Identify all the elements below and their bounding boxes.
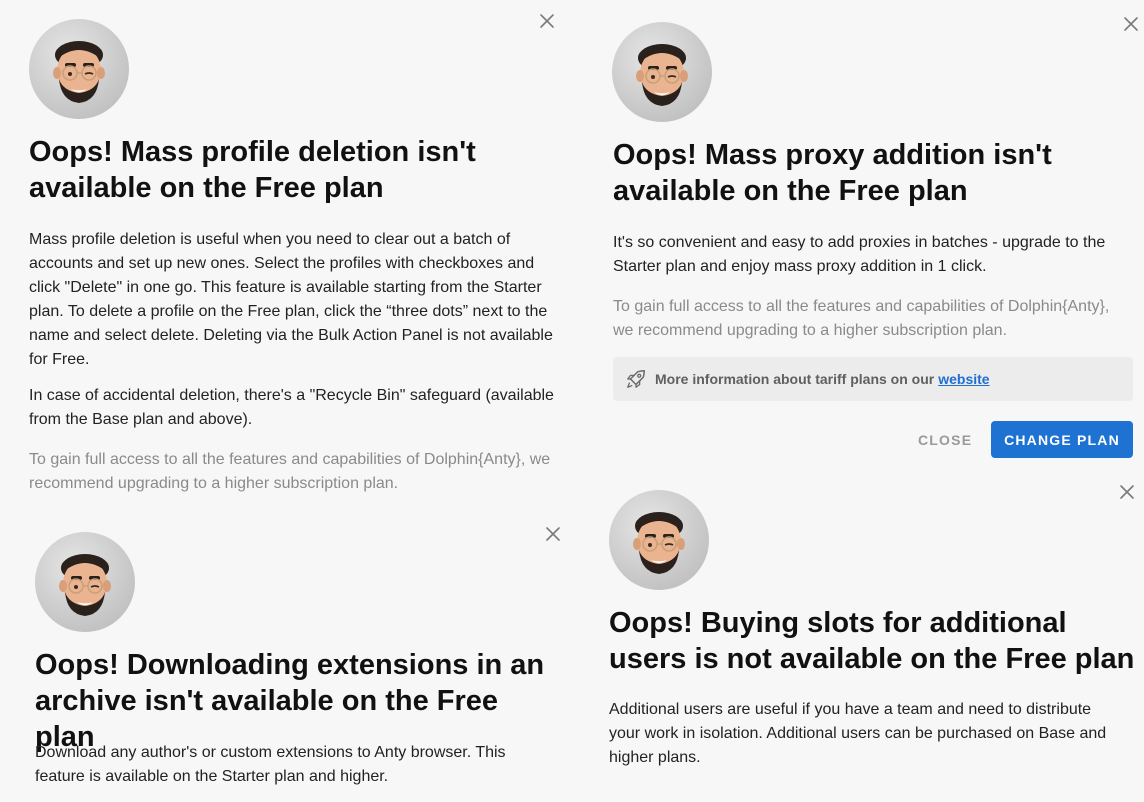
dialog-title: Oops! Mass profile deletion isn't availa… xyxy=(29,136,476,204)
info-text: More information about tariff plans on o… xyxy=(655,371,935,387)
close-icon[interactable] xyxy=(544,525,562,543)
upgrade-note: To gain full access to all the features … xyxy=(613,298,1110,339)
change-plan-button[interactable]: CHANGE PLAN xyxy=(991,421,1133,458)
dialog-title: Oops! Downloading extensions in an archi… xyxy=(35,649,545,753)
description-text: Download any author's or custom extensio… xyxy=(35,744,506,785)
tariff-info-box: More information about tariff plans on o… xyxy=(613,357,1133,401)
dialog-title: Oops! Mass proxy addition isn't availabl… xyxy=(613,139,1052,207)
avatar xyxy=(609,490,709,590)
dialog-title: Oops! Buying slots for additional users … xyxy=(609,607,1135,675)
dialog-download-extensions: Oops! Downloading extensions in an archi… xyxy=(6,512,578,802)
close-icon[interactable] xyxy=(1118,483,1136,501)
description-text: It's so convenient and easy to add proxi… xyxy=(613,234,1106,275)
rocket-icon xyxy=(625,368,647,390)
dialog-mass-proxy-addition: Oops! Mass proxy addition isn't availabl… xyxy=(585,0,1144,482)
dialog-mass-profile-deletion: Oops! Mass profile deletion isn't availa… xyxy=(0,0,572,512)
avatar xyxy=(35,532,135,632)
close-icon[interactable] xyxy=(538,12,556,30)
description-text: Additional users are useful if you have … xyxy=(609,701,1107,766)
recycle-bin-note: In case of accidental deletion, there's … xyxy=(29,387,554,428)
website-link[interactable]: website xyxy=(938,371,989,387)
dialog-additional-user-slots: Oops! Buying slots for additional users … xyxy=(580,482,1144,802)
close-icon[interactable] xyxy=(1122,15,1140,33)
upgrade-note: To gain full access to all the features … xyxy=(29,451,551,492)
close-button[interactable]: CLOSE xyxy=(918,432,972,448)
description-text: Mass profile deletion is useful when you… xyxy=(29,231,553,368)
avatar xyxy=(612,22,712,122)
avatar xyxy=(29,19,129,119)
